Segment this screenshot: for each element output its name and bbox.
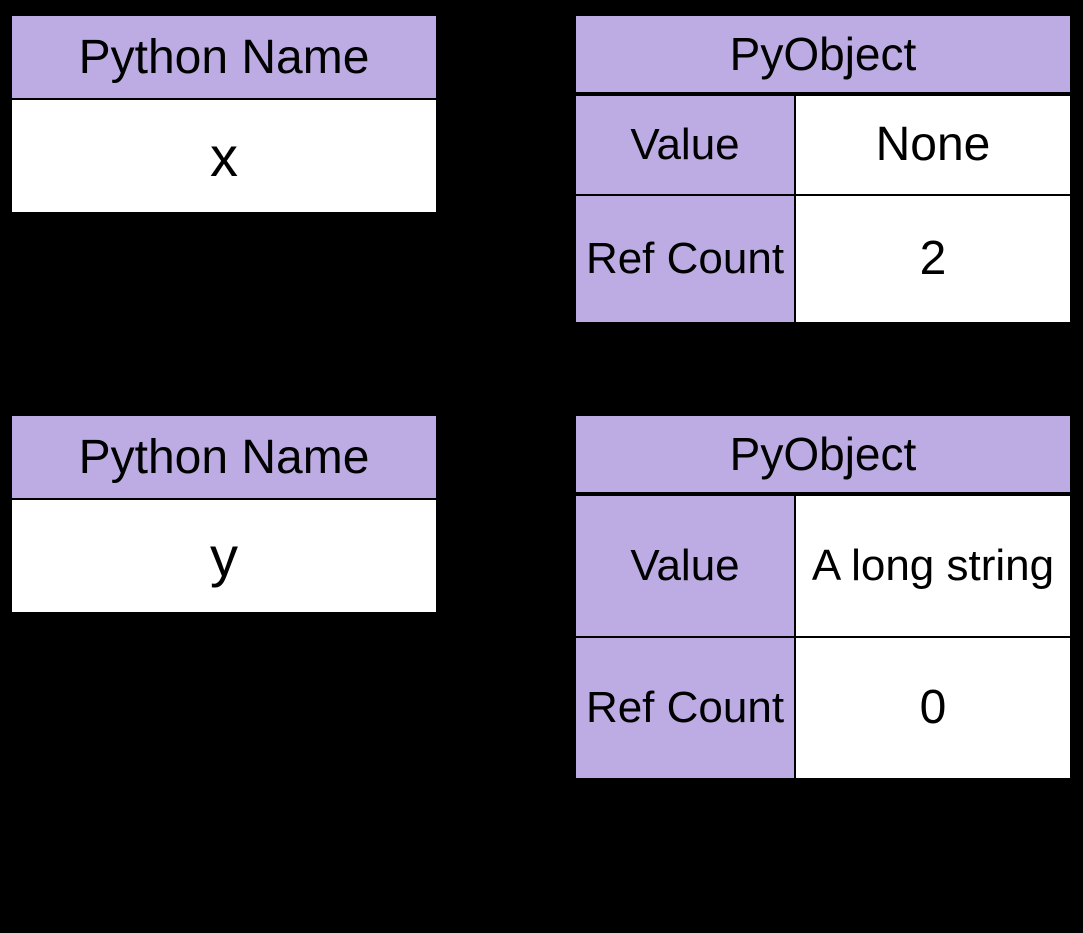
python-name-box-2: Python Name y (10, 414, 438, 614)
python-name-header: Python Name (12, 16, 436, 100)
pyobject-box-2: PyObject Value A long string Ref Count 0 (574, 414, 1072, 780)
value-cell: None (796, 96, 1070, 194)
value-cell: A long string (796, 496, 1070, 636)
refcount-cell: 2 (796, 196, 1070, 322)
value-label: Value (576, 496, 796, 636)
value-label: Value (576, 96, 796, 194)
refcount-cell: 0 (796, 638, 1070, 778)
python-name-value: y (12, 500, 436, 612)
python-name-box-1: Python Name x (10, 14, 438, 214)
refcount-label: Ref Count (576, 638, 796, 778)
pyobject-box-1: PyObject Value None Ref Count 2 (574, 14, 1072, 324)
pyobject-header: PyObject (576, 416, 1070, 494)
pyobject-header: PyObject (576, 16, 1070, 94)
refcount-label: Ref Count (576, 196, 796, 322)
python-name-value: x (12, 100, 436, 212)
python-name-header: Python Name (12, 416, 436, 500)
